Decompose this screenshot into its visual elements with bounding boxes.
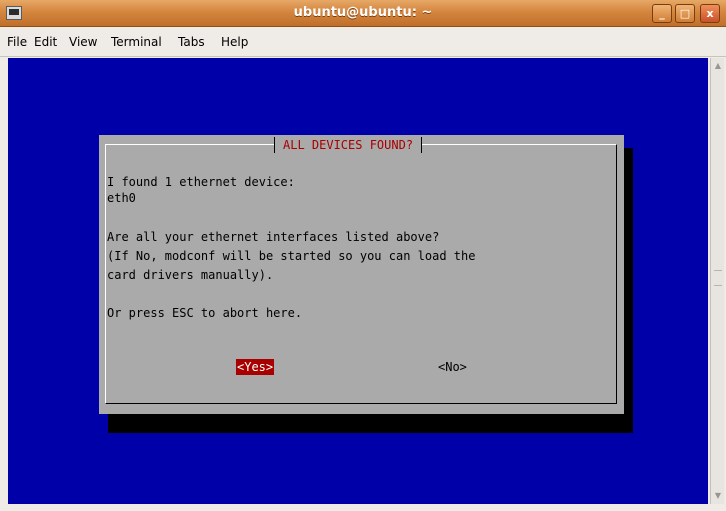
dialog-line-device: eth0 [107,191,136,205]
menu-tabs[interactable]: Tabs [178,35,205,49]
menu-terminal[interactable]: Terminal [111,35,162,49]
menu-file[interactable]: File [7,35,27,49]
scroll-up-arrow-icon[interactable]: ▲ [713,61,723,71]
menu-help[interactable]: Help [221,35,248,49]
minimize-button[interactable]: _ [652,4,672,23]
menu-view[interactable]: View [69,35,97,49]
dialog-title: ALL DEVICES FOUND? [274,137,423,153]
menu-bar: File Edit View Terminal Tabs Help [0,27,726,57]
dialog-line: Are all your ethernet interfaces listed … [107,230,440,244]
dialog-line: I found 1 ethernet device: [107,175,295,189]
dialog-line: Or press ESC to abort here. [107,306,303,320]
yes-button[interactable]: <Yes> [236,359,275,375]
scroll-down-arrow-icon[interactable]: ▼ [713,491,723,501]
window-title: ubuntu@ubuntu: ~ [293,5,433,20]
title-bar: ubuntu@ubuntu: ~ _ □ x [0,0,726,27]
menu-edit[interactable]: Edit [34,35,57,49]
devices-dialog: ALL DEVICES FOUND? I found 1 ethernet de… [99,135,624,414]
scrollbar-grip[interactable] [714,270,722,286]
no-button[interactable]: <No> [438,359,467,375]
close-button[interactable]: x [700,4,720,23]
vertical-scrollbar[interactable]: ▲ ▼ [710,58,724,504]
dialog-line: card drivers manually). [107,268,274,282]
dialog-line: (If No, modconf will be started so you c… [107,249,476,263]
maximize-button[interactable]: □ [675,4,695,23]
